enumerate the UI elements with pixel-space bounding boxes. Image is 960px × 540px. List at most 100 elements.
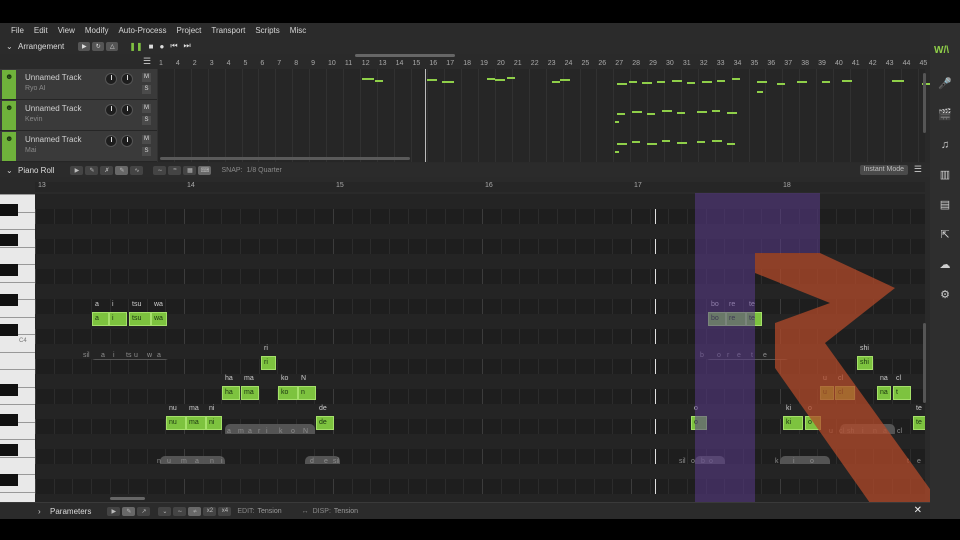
arrangement-note[interactable] — [712, 110, 720, 112]
volume-knob[interactable] — [105, 135, 117, 147]
track-row[interactable]: ☻ Unnamed Track Mai M S — [0, 131, 157, 162]
black-key[interactable] — [0, 384, 18, 396]
record-icon[interactable]: ● — [160, 42, 165, 51]
pause-icon[interactable]: ❚❚ — [129, 42, 142, 51]
arrangement-note[interactable] — [507, 77, 515, 79]
arrangement-note[interactable] — [495, 79, 505, 81]
arrangement-horizontal-scrollbar[interactable] — [160, 157, 410, 160]
solo-button[interactable]: S — [142, 116, 151, 125]
note-block[interactable]: na — [877, 386, 891, 400]
track-name[interactable]: Unnamed Track — [25, 135, 81, 144]
arrangement-note[interactable] — [842, 80, 852, 82]
arrangement-note[interactable] — [892, 80, 904, 82]
arrangement-lanes[interactable] — [157, 69, 936, 162]
collapse-piano-roll-icon[interactable]: ⌄ — [6, 166, 14, 175]
track-row[interactable]: ☻ Unnamed Track Ryo AI M S — [0, 69, 157, 100]
piano-roll-horizontal-scrollbar[interactable] — [110, 497, 145, 500]
arrangement-playhead[interactable] — [425, 69, 426, 162]
skip-back-icon[interactable]: ⏮ — [170, 41, 177, 51]
note-block[interactable]: o — [805, 416, 821, 430]
book-icon[interactable]: ▤ — [937, 197, 953, 213]
snap-value[interactable]: 1/8 Quarter — [246, 167, 281, 174]
arrangement-note[interactable] — [617, 113, 625, 115]
eraser-tool-button[interactable]: ✗ — [100, 165, 114, 175]
note-block[interactable]: cl — [835, 386, 855, 400]
arrangement-note[interactable] — [727, 143, 735, 145]
select-tool-button[interactable]: ▶ — [70, 165, 84, 175]
note-block[interactable]: shi — [857, 356, 873, 370]
arrangement-note[interactable] — [375, 80, 383, 82]
note-block[interactable]: o — [691, 416, 707, 430]
arrangement-note[interactable] — [777, 83, 785, 85]
arrangement-note[interactable] — [629, 81, 637, 83]
volume-knob[interactable] — [105, 104, 117, 116]
swap-icon[interactable]: ↔ — [302, 508, 309, 515]
track-singer-badge[interactable]: ☻ — [2, 132, 16, 161]
note-block[interactable]: re — [726, 312, 746, 326]
gear-icon[interactable]: ⚙ — [937, 287, 953, 303]
pointer-tool-button[interactable]: ▶ — [78, 41, 91, 51]
disp-param-value[interactable]: Tension — [334, 508, 358, 515]
arrangement-note[interactable] — [662, 110, 672, 112]
piano-roll-vertical-scrollbar[interactable] — [923, 323, 926, 403]
arrangement-vertical-scrollbar[interactable] — [923, 73, 926, 133]
microphone-icon[interactable]: 🎤 — [937, 76, 953, 92]
note-block[interactable]: nu — [166, 416, 186, 430]
black-key[interactable] — [0, 204, 18, 216]
arrangement-note[interactable] — [427, 79, 437, 81]
param-line-button[interactable]: ↗ — [137, 506, 151, 516]
edit-param-value[interactable]: Tension — [257, 508, 281, 515]
black-key[interactable] — [0, 234, 18, 246]
arrangement-note[interactable] — [617, 143, 627, 145]
param-curve-button[interactable]: ≁ — [188, 506, 202, 516]
param-x4-button[interactable]: x4 — [218, 506, 232, 516]
menu-edit[interactable]: Edit — [34, 26, 48, 35]
black-key[interactable] — [0, 264, 18, 276]
arrangement-note[interactable] — [697, 111, 707, 113]
instant-mode-button[interactable]: Instant Mode — [859, 165, 908, 175]
menu-misc[interactable]: Misc — [290, 26, 306, 35]
arrangement-note[interactable] — [702, 81, 712, 83]
arrangement-note[interactable] — [727, 112, 737, 114]
menu-view[interactable]: View — [58, 26, 75, 35]
black-key[interactable] — [0, 294, 18, 306]
track-row[interactable]: ☻ Unnamed Track Kevin M S — [0, 100, 157, 131]
arrangement-note[interactable] — [362, 78, 374, 80]
keyboard-tool-button[interactable]: ⌨ — [198, 165, 212, 175]
menu-file[interactable]: File — [11, 26, 24, 35]
arrangement-note[interactable] — [677, 112, 685, 114]
arrangement-note[interactable] — [717, 80, 725, 82]
piano-roll-grid[interactable]: a a i i tsu tsu wa wa nu nu ma ma ni ni ha ha ma ma ri ri ko… — [35, 194, 925, 502]
note-block[interactable]: te — [746, 312, 762, 326]
arrangement-note[interactable] — [632, 111, 642, 113]
library-icon[interactable]: ▥ — [937, 167, 953, 183]
piano-roll-menu-icon[interactable]: ☰ — [914, 164, 922, 175]
arrangement-top-scrollbar[interactable] — [355, 54, 455, 57]
clapperboard-icon[interactable]: 🎬 — [937, 107, 953, 123]
note-block[interactable]: u — [820, 386, 834, 400]
export-icon[interactable]: ⇱ — [937, 227, 953, 243]
arrangement-note[interactable] — [487, 78, 495, 80]
arrangement-note[interactable] — [647, 143, 657, 145]
note-block[interactable]: wa — [151, 312, 167, 326]
menu-scripts[interactable]: Scripts — [255, 26, 279, 35]
close-parameters-icon[interactable]: ✕ — [914, 505, 922, 516]
skip-forward-icon[interactable]: ⏭ — [184, 41, 191, 51]
arrangement-note[interactable] — [672, 80, 682, 82]
note-block[interactable]: t — [893, 386, 911, 400]
menu-transport[interactable]: Transport — [211, 26, 245, 35]
track-name[interactable]: Unnamed Track — [25, 73, 81, 82]
pan-knob[interactable] — [121, 104, 133, 116]
note-block[interactable]: a — [92, 312, 109, 326]
arrangement-note[interactable] — [560, 79, 570, 81]
note-block[interactable]: ki — [783, 416, 803, 430]
arrangement-note[interactable] — [552, 81, 560, 83]
track-singer-badge[interactable]: ☻ — [2, 101, 16, 130]
menu-modify[interactable]: Modify — [85, 26, 109, 35]
arrangement-note[interactable] — [712, 140, 722, 142]
arrangement-note[interactable] — [732, 78, 740, 80]
expand-parameters-icon[interactable]: › — [38, 507, 46, 516]
piano-roll-ruler[interactable]: 13 14 15 16 17 18 — [35, 182, 925, 192]
arrangement-note[interactable] — [662, 140, 670, 142]
track-singer-badge[interactable]: ☻ — [2, 70, 16, 99]
